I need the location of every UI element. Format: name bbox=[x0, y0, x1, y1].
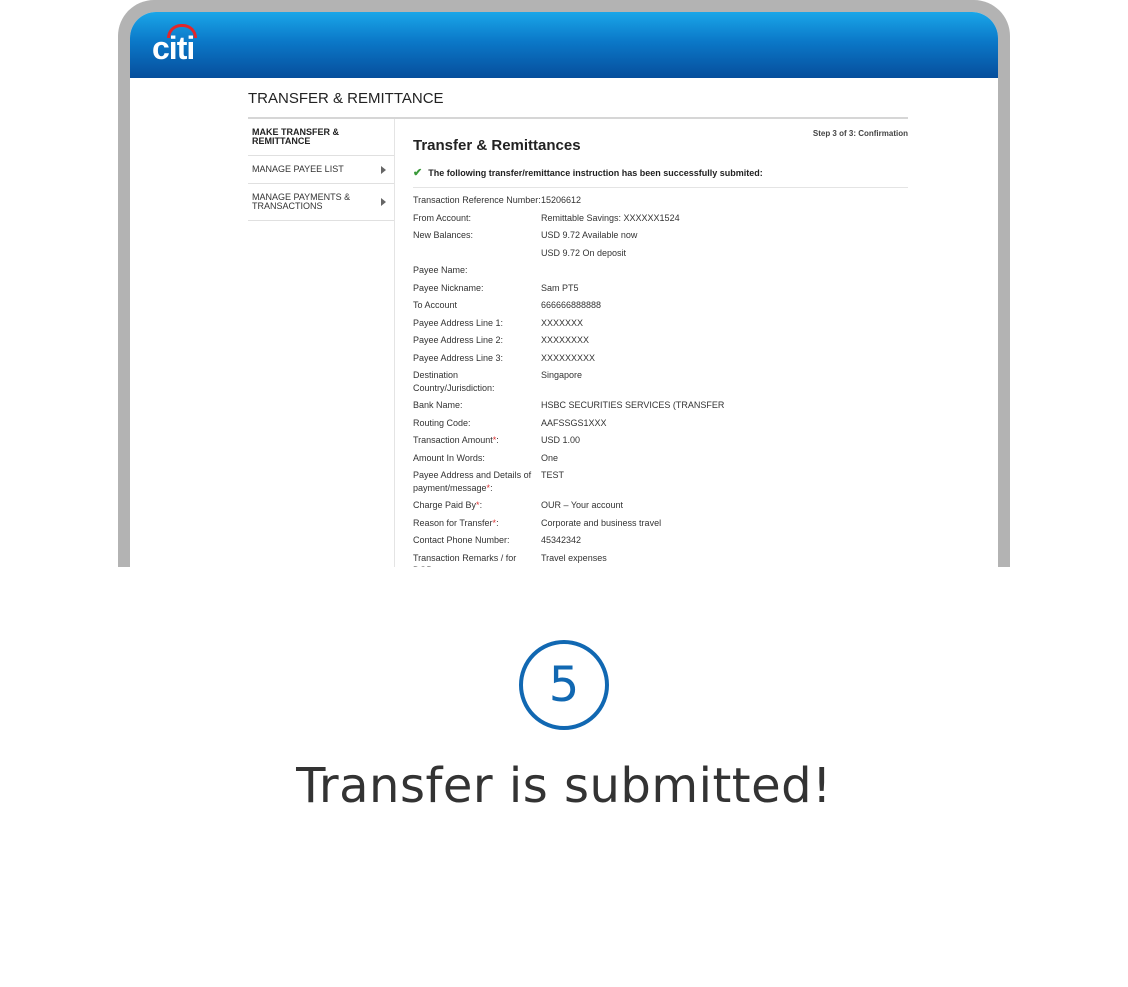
detail-label: To Account bbox=[413, 300, 458, 310]
detail-label: From Account: bbox=[413, 212, 472, 223]
detail-value: 666666888888 bbox=[541, 300, 602, 310]
detail-label-text: Charge Paid By bbox=[413, 500, 477, 510]
detail-row: Transaction Remarks / for DOD: Travel ex… bbox=[413, 552, 908, 568]
detail-row: Amount In Words: One bbox=[413, 452, 908, 465]
detail-value: Sam PT5 bbox=[541, 282, 579, 293]
step-number-badge: 5 bbox=[519, 640, 609, 730]
device-screen: citi TRANSFER & REMITTANCE MAKE TRANSFER… bbox=[130, 12, 998, 567]
sidebar-item-label: MANAGE PAYEE LIST bbox=[252, 164, 344, 174]
detail-value: Corporate and business travel bbox=[541, 517, 662, 528]
detail-value: XXXXXXX bbox=[541, 317, 584, 328]
page-layout: MAKE TRANSFER & REMITTANCE MANAGE PAYEE … bbox=[248, 119, 908, 567]
sidebar-item-manage-payee-list[interactable]: MANAGE PAYEE LIST bbox=[248, 156, 394, 184]
step-footer: 5 Transfer is submitted! bbox=[0, 630, 1128, 814]
page-title: TRANSFER & REMITTANCE bbox=[248, 90, 908, 119]
detail-row: Destination Country/Jurisdiction: Singap… bbox=[413, 369, 908, 394]
detail-value: 15206612 bbox=[541, 195, 582, 205]
detail-label: Payee Address and Details of payment/mes… bbox=[413, 469, 541, 494]
sidebar-item-make-transfer[interactable]: MAKE TRANSFER & REMITTANCE bbox=[248, 119, 394, 156]
step-caption: Transfer is submitted! bbox=[296, 758, 832, 814]
detail-label: Payee Address Line 3: bbox=[413, 352, 504, 363]
device-frame: citi TRANSFER & REMITTANCE MAKE TRANSFER… bbox=[118, 0, 1010, 567]
detail-row: Routing Code: AAFSSGS1XXX bbox=[413, 417, 908, 430]
sidebar-item-label: MANAGE PAYMENTS & TRANSACTIONS bbox=[252, 192, 351, 211]
detail-label: Contact Phone Number: bbox=[413, 535, 510, 545]
detail-value: Remittable Savings: XXXXXX1524 bbox=[541, 212, 680, 223]
label-suffix: : bbox=[496, 435, 499, 445]
main-panel: Step 3 of 3: Confirmation Transfer & Rem… bbox=[395, 119, 908, 567]
detail-row: Payee Nickname: Sam PT5 bbox=[413, 282, 908, 295]
detail-label: Bank Name: bbox=[413, 400, 463, 410]
sidebar-item-label: MAKE TRANSFER & REMITTANCE bbox=[252, 127, 339, 146]
section-heading: Transfer & Remittances bbox=[413, 137, 581, 154]
detail-value: OUR – Your account bbox=[541, 500, 624, 510]
detail-row: USD 9.72 On deposit bbox=[413, 247, 908, 260]
detail-value: USD 1.00 bbox=[541, 435, 581, 445]
details-list: Transaction Reference Number: 15206612 F… bbox=[413, 194, 908, 567]
detail-label: Routing Code: bbox=[413, 417, 471, 428]
label-suffix: : bbox=[479, 500, 483, 510]
detail-label-text: Reason for Transfer bbox=[413, 517, 493, 528]
checkmark-icon: ✔ bbox=[413, 167, 423, 179]
detail-value: USD 9.72 Available now bbox=[541, 230, 638, 240]
detail-value: 45342342 bbox=[541, 535, 582, 545]
detail-row: Payee Address Line 2: XXXXXXXX bbox=[413, 334, 908, 347]
detail-label bbox=[413, 247, 541, 260]
detail-label: Reason for Transfer*: bbox=[413, 517, 541, 530]
detail-value: XXXXXXXX bbox=[541, 335, 590, 345]
detail-row: Payee Address and Details of payment/mes… bbox=[413, 469, 908, 494]
detail-label: New Balances: bbox=[413, 230, 474, 240]
detail-label: Transaction Reference Number: bbox=[413, 195, 541, 205]
detail-label: Charge Paid By*: bbox=[413, 499, 541, 512]
detail-row: To Account 666666888888 bbox=[413, 299, 908, 312]
page-content: TRANSFER & REMITTANCE MAKE TRANSFER & RE… bbox=[248, 78, 908, 567]
step-indicator: Step 3 of 3: Confirmation bbox=[812, 129, 908, 138]
detail-label: Destination Country/Jurisdiction: bbox=[413, 370, 495, 393]
detail-row: From Account: Remittable Savings: XXXXXX… bbox=[413, 212, 908, 225]
detail-row: New Balances: USD 9.72 Available now bbox=[413, 229, 908, 242]
detail-value: XXXXXXXXX bbox=[541, 352, 596, 363]
detail-row: Transaction Reference Number: 15206612 bbox=[413, 194, 908, 207]
detail-value: USD 9.72 On deposit bbox=[541, 247, 627, 258]
detail-label: Payee Nickname: bbox=[413, 282, 484, 293]
label-suffix: : bbox=[490, 482, 493, 493]
detail-row: Payee Address Line 1: XXXXXXX bbox=[413, 317, 908, 330]
detail-label: Payee Name: bbox=[413, 265, 468, 275]
app-header: citi bbox=[130, 12, 998, 78]
detail-value: AAFSSGS1XXX bbox=[541, 417, 607, 428]
detail-row: Payee Address Line 3: XXXXXXXXX bbox=[413, 352, 908, 365]
sidebar-item-manage-payments[interactable]: MANAGE PAYMENTS & TRANSACTIONS bbox=[248, 184, 394, 221]
chevron-right-icon bbox=[381, 198, 386, 206]
chevron-right-icon bbox=[381, 165, 386, 174]
success-message: ✔ The following transfer/remittance inst… bbox=[413, 166, 908, 188]
detail-label-text: Payee Address and Details of payment/mes… bbox=[413, 470, 532, 493]
label-suffix: : bbox=[496, 517, 499, 528]
detail-value: One bbox=[541, 452, 559, 463]
detail-row: Reason for Transfer*: Corporate and busi… bbox=[413, 517, 908, 530]
sidebar: MAKE TRANSFER & REMITTANCE MANAGE PAYEE … bbox=[248, 119, 395, 567]
detail-label: Payee Address Line 2: bbox=[413, 335, 504, 345]
detail-row: Bank Name: HSBC SECURITIES SERVICES (TRA… bbox=[413, 399, 908, 412]
detail-value: Travel expenses bbox=[541, 552, 607, 563]
detail-label-text: Transaction Amount bbox=[413, 435, 493, 445]
detail-row: Transaction Amount*: USD 1.00 bbox=[413, 434, 908, 447]
detail-label: Transaction Remarks / for DOD: bbox=[413, 552, 517, 568]
detail-value: Singapore bbox=[541, 370, 583, 380]
citi-logo[interactable]: citi bbox=[152, 32, 195, 64]
detail-value: HSBC SECURITIES SERVICES (TRANSFER bbox=[541, 400, 725, 410]
detail-label: Payee Address Line 1: bbox=[413, 317, 504, 328]
detail-value: TEST bbox=[541, 470, 565, 480]
detail-row: Charge Paid By*: OUR – Your account bbox=[413, 499, 908, 512]
success-text: The following transfer/remittance instru… bbox=[428, 167, 763, 178]
detail-value bbox=[541, 264, 908, 277]
detail-label: Amount In Words: bbox=[413, 452, 485, 463]
detail-label: Transaction Amount*: bbox=[413, 434, 541, 447]
detail-row: Contact Phone Number: 45342342 bbox=[413, 534, 908, 547]
detail-row: Payee Name: bbox=[413, 264, 908, 277]
